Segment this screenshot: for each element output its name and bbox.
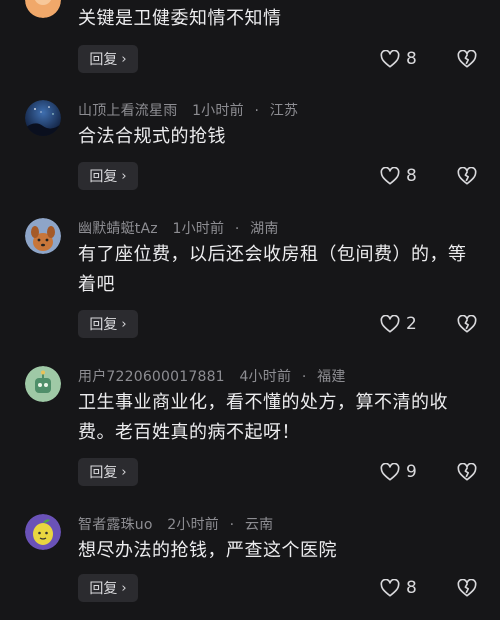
username[interactable]: 用户7220600017881 — [78, 369, 225, 385]
reply-label: 回复 — [89, 169, 118, 185]
broken-heart-icon[interactable] — [456, 310, 478, 338]
like-button[interactable]: 8 — [380, 45, 420, 73]
heart-icon — [380, 50, 400, 68]
location: 江苏 — [269, 103, 299, 119]
comment-text: 有了座位费，以后还会收房租（包间费）的，等着吧 — [78, 244, 467, 295]
heart-icon — [380, 315, 400, 333]
broken-heart-icon[interactable] — [456, 458, 478, 486]
comment-text: 合法合规式的抢钱 — [78, 126, 226, 147]
reply-label: 回复 — [89, 581, 118, 597]
location: 云南 — [244, 517, 274, 533]
reply-button[interactable]: 回复 › — [78, 458, 138, 486]
like-count: 8 — [406, 49, 417, 69]
reply-button[interactable]: 回复 › — [78, 162, 138, 190]
reply-label: 回复 — [89, 465, 118, 481]
separator: · — [301, 369, 307, 385]
comment-meta: 智者露珠uo 2小时前 · 云南 — [78, 514, 273, 534]
broken-heart-icon[interactable] — [456, 45, 478, 73]
like-count: 9 — [406, 462, 417, 482]
reply-label: 回复 — [89, 317, 118, 333]
chevron-right-icon: › — [121, 316, 127, 332]
like-button[interactable]: 8 — [380, 574, 420, 602]
timestamp: 1小时前 — [192, 103, 244, 119]
green-robot-avatar-icon[interactable] — [25, 366, 61, 402]
comment-meta: 用户7220600017881 4小时前 · 福建 — [78, 366, 346, 386]
separator: · — [229, 517, 235, 533]
timestamp: 2小时前 — [167, 517, 220, 533]
lemon-avatar-icon[interactable] — [25, 514, 61, 550]
like-button[interactable]: 9 — [380, 458, 420, 486]
location: 湖南 — [250, 221, 279, 237]
comment-meta: 山顶上看流星雨 1小时前 · 江苏 — [78, 100, 298, 120]
like-button[interactable]: 8 — [380, 162, 420, 190]
comment-meta: 幽默蜻蜓tAz 1小时前 · 湖南 — [78, 218, 279, 238]
reply-button[interactable]: 回复 › — [78, 574, 138, 602]
night-sky-avatar-icon[interactable] — [25, 100, 61, 136]
timestamp: 1小时前 — [172, 221, 225, 237]
username[interactable]: 智者露珠uo — [78, 517, 153, 533]
username[interactable]: 山顶上看流星雨 — [78, 103, 177, 119]
timestamp: 4小时前 — [239, 369, 292, 385]
separator: · — [234, 221, 240, 237]
chevron-right-icon: › — [121, 51, 127, 67]
like-count: 8 — [406, 578, 417, 598]
broken-heart-icon[interactable] — [456, 162, 478, 190]
chevron-right-icon: › — [121, 168, 127, 184]
comment-text: 卫生事业商业化，看不懂的处方，算不清的收费。老百姓真的病不起呀！ — [78, 392, 448, 443]
heart-icon — [380, 463, 400, 481]
heart-icon — [380, 167, 400, 185]
chevron-right-icon: › — [121, 464, 127, 480]
cartoon-dog-avatar-icon[interactable] — [25, 218, 61, 254]
reply-label: 回复 — [89, 52, 118, 68]
comment-text: 想尽办法的抢钱，严查这个医院 — [78, 540, 337, 561]
username[interactable]: 幽默蜻蜓tAz — [78, 221, 158, 237]
reply-button[interactable]: 回复 › — [78, 310, 138, 338]
like-button[interactable]: 2 — [380, 310, 420, 338]
comment-text: 关键是卫健委知情不知情 — [78, 8, 282, 29]
chevron-right-icon: › — [121, 580, 127, 596]
broken-heart-icon[interactable] — [456, 574, 478, 602]
heart-icon — [380, 579, 400, 597]
orange-circle-avatar-icon[interactable] — [25, 0, 61, 18]
like-count: 2 — [406, 314, 417, 334]
like-count: 8 — [406, 166, 417, 186]
location: 福建 — [317, 369, 346, 385]
reply-button[interactable]: 回复 › — [78, 45, 138, 73]
separator: · — [254, 103, 260, 119]
